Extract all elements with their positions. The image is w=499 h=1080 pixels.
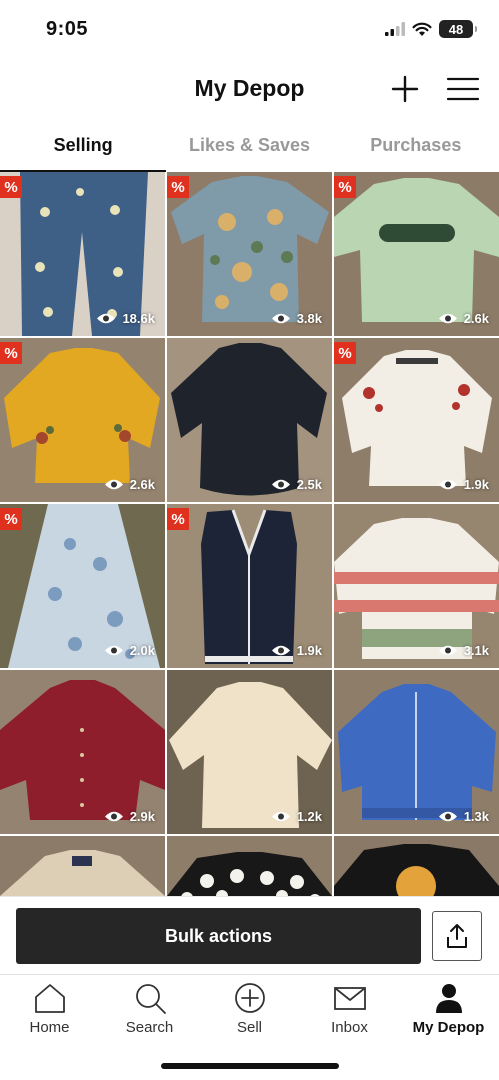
search-icon xyxy=(135,984,166,1014)
view-count: 2.6k xyxy=(438,311,489,326)
nav-search[interactable]: Search xyxy=(100,981,199,1036)
discount-badge: % xyxy=(0,342,22,364)
tab-purchases[interactable]: Purchases xyxy=(333,122,499,172)
listing-photo xyxy=(0,836,165,896)
view-count-value: 2.5k xyxy=(296,477,322,492)
eye-icon xyxy=(104,645,123,656)
battery-level: 48 xyxy=(448,21,464,37)
battery-icon: 48 xyxy=(439,20,477,38)
view-count: 18.6k xyxy=(96,311,155,326)
view-count-value: 18.6k xyxy=(122,311,155,326)
view-count: 1.9k xyxy=(271,643,322,658)
view-count: 1.9k xyxy=(438,477,489,492)
listing-item[interactable]: % 3.8k xyxy=(167,172,332,336)
menu-button[interactable] xyxy=(446,76,480,102)
view-count-value: 1.3k xyxy=(463,809,489,824)
listing-photo xyxy=(167,836,332,896)
listing-item[interactable]: % 1.9k xyxy=(334,338,499,502)
status-icons: 48 xyxy=(385,20,477,38)
view-count-value: 1.9k xyxy=(463,477,489,492)
discount-badge: % xyxy=(167,176,189,198)
view-count: 2.6k xyxy=(104,477,155,492)
view-count: 1.2k xyxy=(271,809,322,824)
status-time: 9:05 xyxy=(46,18,89,40)
discount-badge: % xyxy=(0,508,22,530)
eye-icon xyxy=(438,811,457,822)
eye-icon xyxy=(438,313,457,324)
view-count-value: 1.9k xyxy=(296,643,322,658)
view-count: 3.8k xyxy=(271,311,322,326)
listing-item[interactable]: % 1.9k xyxy=(167,504,332,668)
eye-icon xyxy=(271,313,290,324)
view-count: 1.3k xyxy=(438,809,489,824)
discount-badge: % xyxy=(0,176,22,198)
eye-icon xyxy=(104,479,123,490)
profile-icon xyxy=(435,984,462,1013)
listing-item[interactable]: 2.9k xyxy=(0,670,165,834)
hamburger-menu-icon xyxy=(446,77,480,101)
nav-search-label: Search xyxy=(125,1019,174,1036)
add-listing-button[interactable] xyxy=(390,74,420,104)
view-count-value: 3.8k xyxy=(296,311,322,326)
share-button[interactable] xyxy=(432,911,482,961)
home-icon xyxy=(34,984,65,1013)
bulk-actions-bar: Bulk actions xyxy=(0,896,499,974)
eye-icon xyxy=(271,645,290,656)
nav-my-depop-label: My Depop xyxy=(412,1019,485,1036)
wifi-icon xyxy=(412,22,432,36)
listing-item[interactable]: % 2.0k xyxy=(0,504,165,668)
inbox-icon xyxy=(333,987,366,1010)
listing-item[interactable]: 1.2k xyxy=(167,670,332,834)
tab-likes-saves[interactable]: Likes & Saves xyxy=(166,122,332,172)
page-title: My Depop xyxy=(194,75,305,101)
view-count: 2.0k xyxy=(104,643,155,658)
listing-item[interactable]: % 2.6k xyxy=(0,338,165,502)
discount-badge: % xyxy=(334,176,356,198)
eye-icon xyxy=(271,479,290,490)
listing-photo xyxy=(334,836,499,896)
listings-grid: % 18.6k % 3.8k % 2.6k % 2.6k 2.5k % 1.9k… xyxy=(0,172,499,896)
view-count-value: 2.0k xyxy=(129,643,155,658)
tab-bar: Selling Likes & Saves Purchases xyxy=(0,122,499,172)
listing-item[interactable] xyxy=(334,836,499,896)
nav-sell-label: Sell xyxy=(236,1019,262,1036)
view-count: 3.1k xyxy=(438,643,489,658)
eye-icon xyxy=(104,811,123,822)
nav-inbox-label: Inbox xyxy=(331,1019,368,1036)
view-count-value: 1.2k xyxy=(296,809,322,824)
eye-icon xyxy=(97,313,116,324)
view-count-value: 2.9k xyxy=(129,809,155,824)
plus-icon xyxy=(391,75,419,103)
signal-icon xyxy=(385,22,405,36)
nav-sell[interactable]: Sell xyxy=(200,981,299,1036)
eye-icon xyxy=(438,479,457,490)
listing-item[interactable]: % 2.6k xyxy=(334,172,499,336)
listing-item[interactable] xyxy=(167,836,332,896)
listing-item[interactable] xyxy=(0,836,165,896)
listing-item[interactable]: 1.3k xyxy=(334,670,499,834)
nav-inbox[interactable]: Inbox xyxy=(300,981,399,1036)
header: My Depop xyxy=(0,62,499,120)
listing-item[interactable]: 3.1k xyxy=(334,504,499,668)
eye-icon xyxy=(271,811,290,822)
view-count-value: 2.6k xyxy=(129,477,155,492)
eye-icon xyxy=(438,645,457,656)
discount-badge: % xyxy=(334,342,356,364)
home-indicator xyxy=(161,1063,339,1069)
view-count-value: 3.1k xyxy=(463,643,489,658)
share-icon xyxy=(447,924,467,948)
listing-item[interactable]: 2.5k xyxy=(167,338,332,502)
bulk-actions-button[interactable]: Bulk actions xyxy=(16,908,421,964)
view-count: 2.9k xyxy=(104,809,155,824)
nav-my-depop[interactable]: My Depop xyxy=(399,981,498,1036)
view-count: 2.5k xyxy=(271,477,322,492)
discount-badge: % xyxy=(167,508,189,530)
listing-item[interactable]: % 18.6k xyxy=(0,172,165,336)
view-count-value: 2.6k xyxy=(463,311,489,326)
nav-home[interactable]: Home xyxy=(0,981,99,1036)
nav-home-label: Home xyxy=(29,1019,70,1036)
status-bar: 9:05 48 xyxy=(0,0,499,62)
tab-selling[interactable]: Selling xyxy=(0,122,167,172)
sell-icon xyxy=(234,983,265,1013)
